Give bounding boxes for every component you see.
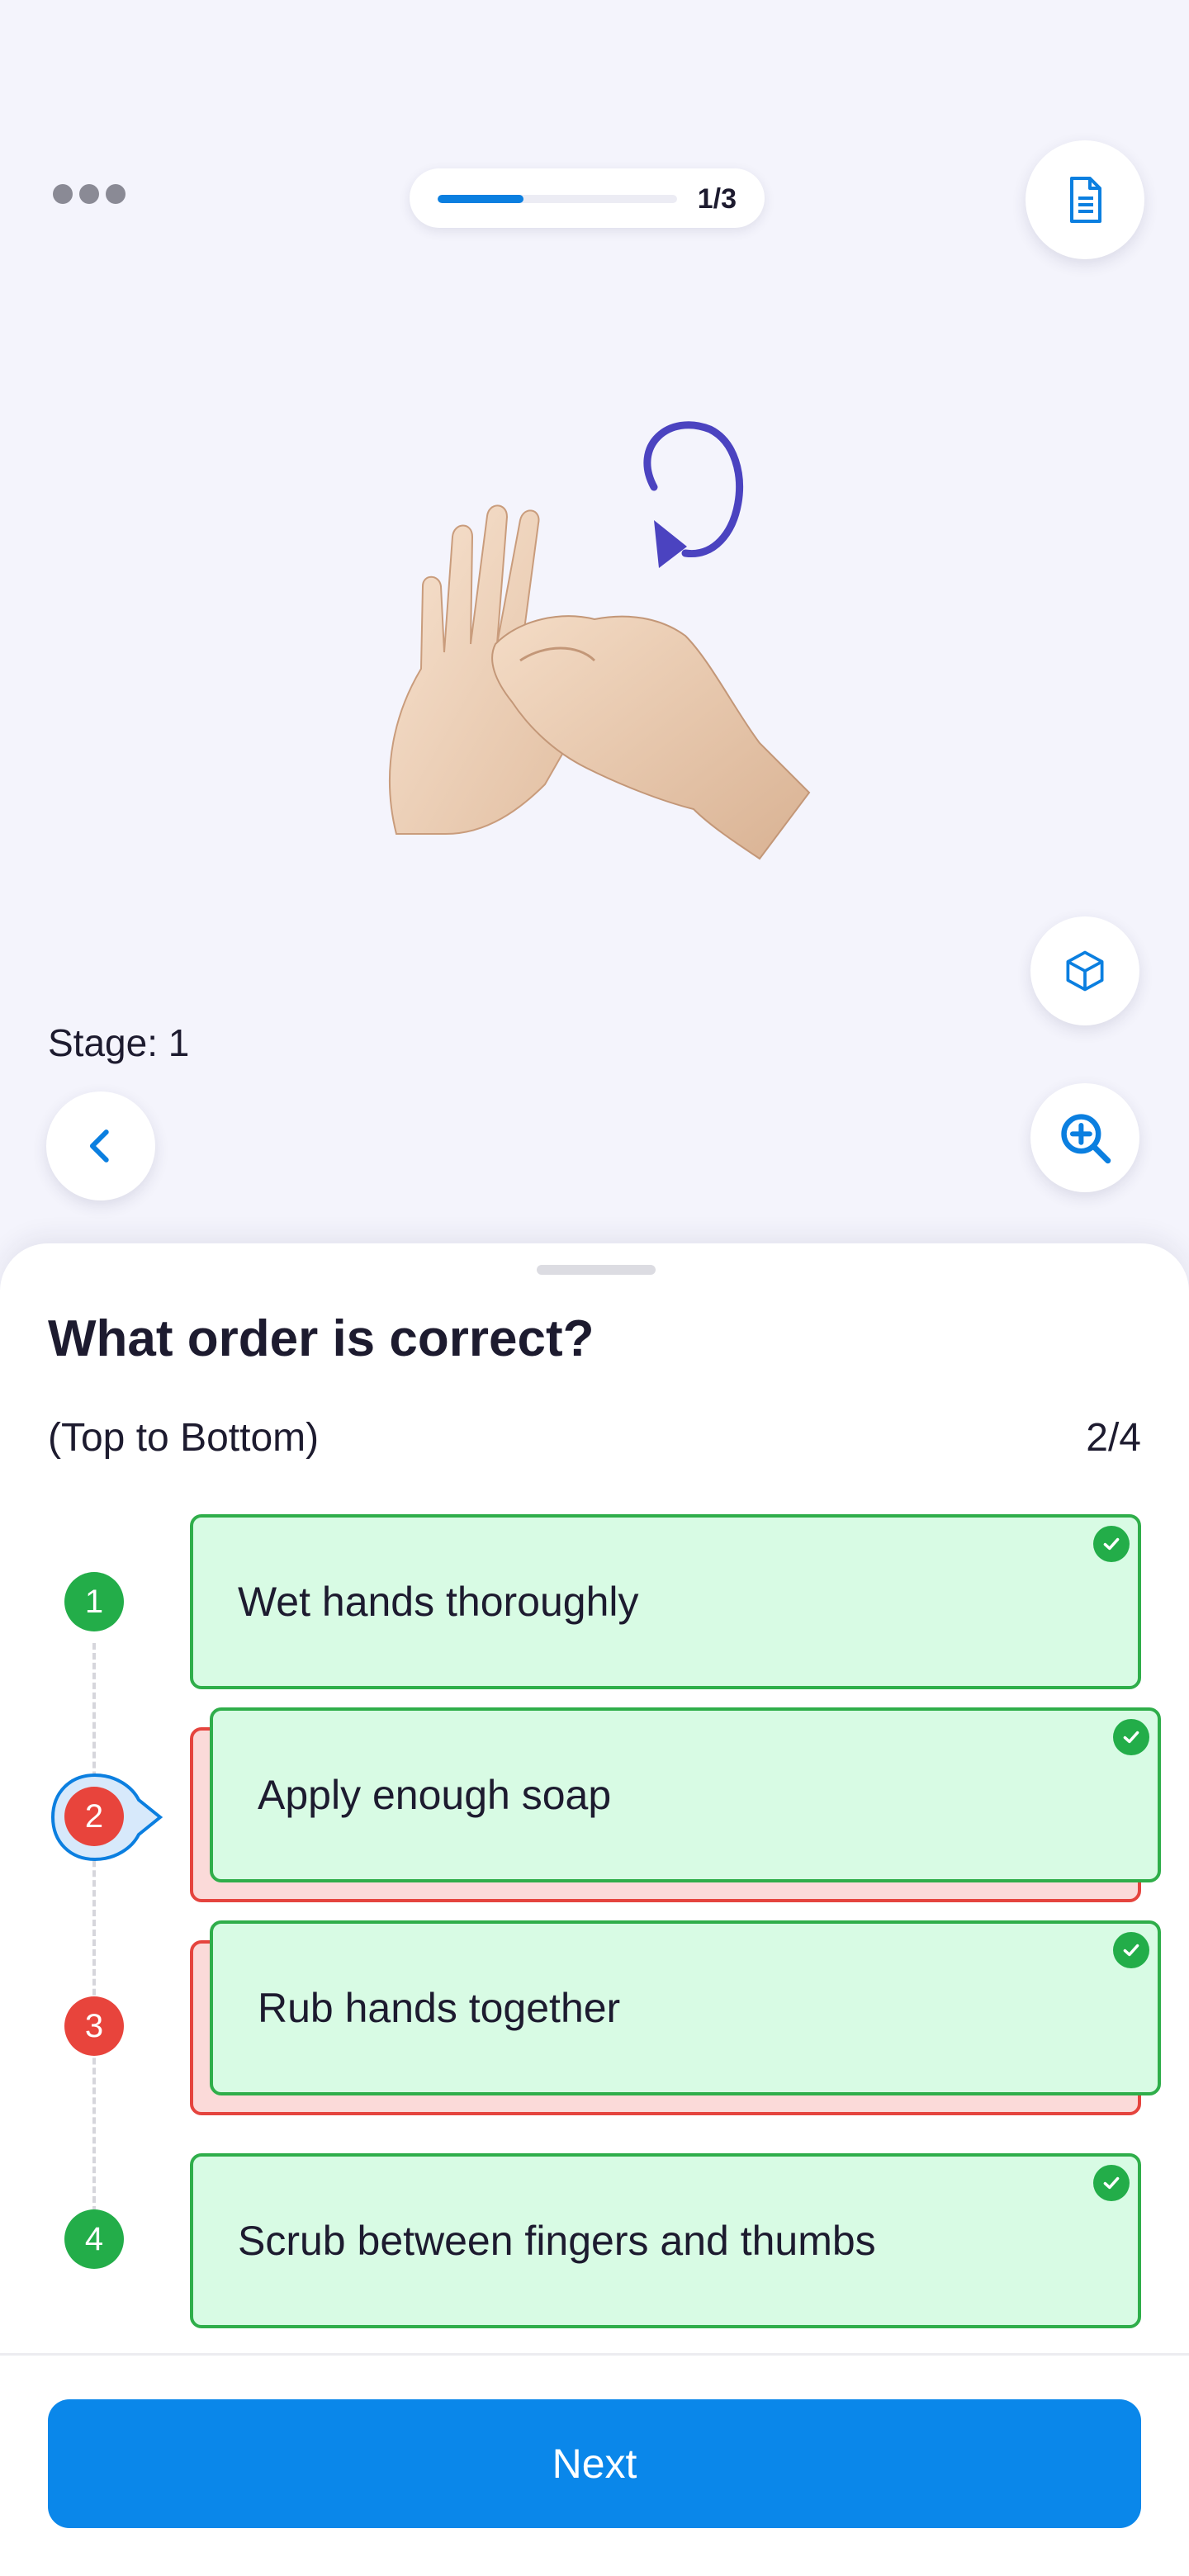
back-button[interactable]	[46, 1091, 155, 1200]
answer-card-3[interactable]: Rub hands together	[210, 1920, 1161, 2095]
answer-card-label: Wet hands thoroughly	[238, 1579, 639, 1625]
answer-card-label: Apply enough soap	[258, 1772, 612, 1818]
check-icon	[1093, 2165, 1130, 2201]
more-dots-icon	[53, 184, 73, 204]
answer-counter: 2/4	[1086, 1416, 1141, 1460]
progress-text: 1/3	[697, 183, 737, 215]
progress-indicator: 1/3	[410, 168, 765, 228]
more-options-button[interactable]	[53, 182, 126, 206]
check-icon	[1113, 1719, 1149, 1755]
step-number-4: 4	[64, 2209, 124, 2269]
more-dots-icon	[79, 184, 99, 204]
document-icon	[1070, 177, 1101, 223]
hands-rubbing-model	[388, 421, 811, 860]
3d-view-button[interactable]	[1030, 916, 1139, 1025]
sheet-grabber[interactable]	[537, 1265, 656, 1275]
question-title: What order is correct?	[48, 1310, 594, 1367]
answer-card-2[interactable]: Apply enough soap	[210, 1707, 1161, 1882]
timeline-line	[92, 1643, 96, 2213]
answer-card-label: Scrub between fingers and thumbs	[238, 2218, 876, 2264]
footer-divider	[0, 2353, 1189, 2356]
check-icon	[1113, 1932, 1149, 1968]
progress-track	[438, 195, 677, 203]
order-hint: (Top to Bottom)	[48, 1416, 320, 1460]
answer-card-1[interactable]: Wet hands thoroughly	[190, 1514, 1141, 1689]
step-number-1: 1	[64, 1572, 124, 1631]
answer-card-4[interactable]: Scrub between fingers and thumbs	[190, 2153, 1141, 2328]
quiz-screen: 1/3 Stage: 1 What order is correct? (Top…	[0, 0, 1189, 2576]
progress-fill	[438, 195, 524, 203]
step-number-2: 2	[64, 1787, 124, 1846]
check-icon	[1093, 1526, 1130, 1562]
step-number-3: 3	[64, 1996, 124, 2056]
zoom-button[interactable]	[1030, 1083, 1139, 1192]
cube-icon	[1066, 950, 1104, 992]
stage-label: Stage: 1	[48, 1021, 190, 1064]
answer-card-label: Rub hands together	[258, 1985, 621, 2031]
rotate-arrow-icon	[643, 421, 744, 568]
hands-model-viewer[interactable]	[347, 396, 859, 908]
more-dots-icon	[106, 184, 126, 204]
next-button[interactable]: Next	[48, 2399, 1141, 2528]
zoom-in-icon	[1061, 1114, 1111, 1164]
chevron-left-icon	[89, 1129, 109, 1163]
quiz-sheet: What order is correct? (Top to Bottom) 2…	[0, 1243, 1189, 2576]
document-button[interactable]	[1026, 140, 1144, 259]
